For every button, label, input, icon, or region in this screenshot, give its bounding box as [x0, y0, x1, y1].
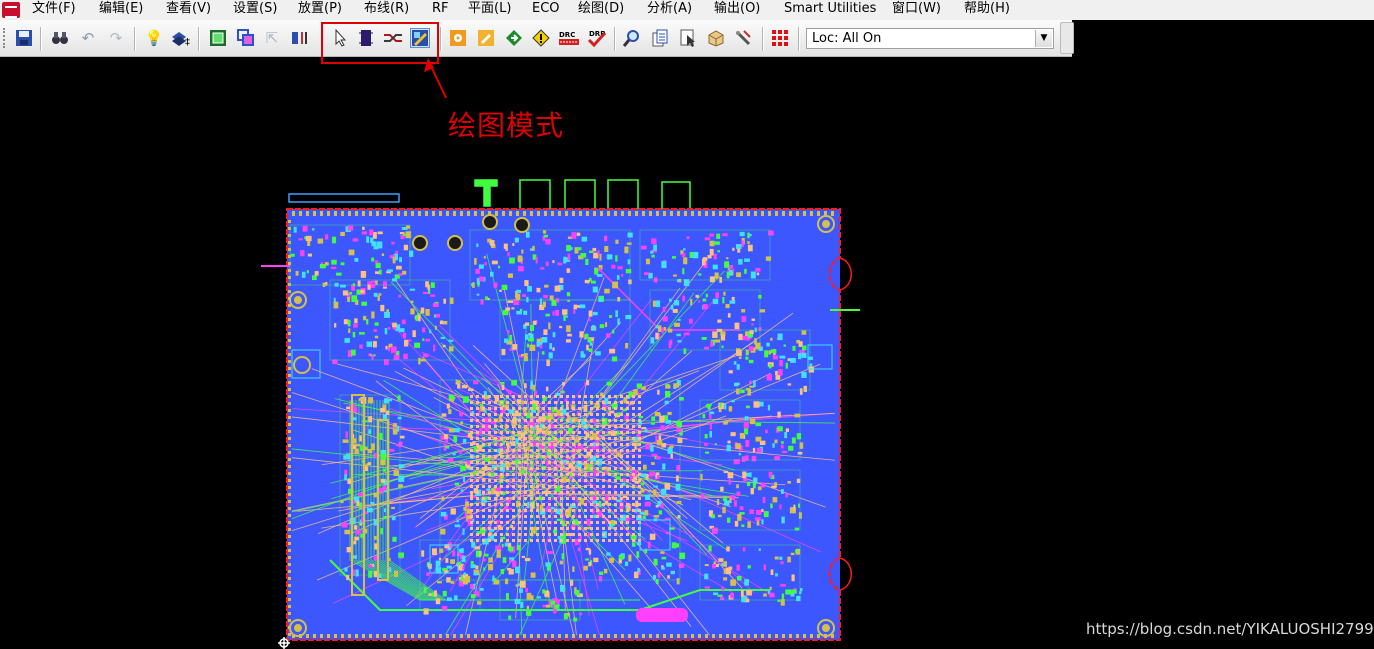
annotation-arrow	[424, 58, 447, 99]
package-button[interactable]	[706, 28, 726, 48]
report-button[interactable]	[650, 28, 670, 48]
layers-icon: ‡	[172, 32, 190, 47]
drp-button[interactable]: DRP	[586, 28, 608, 48]
select-doc-button[interactable]	[678, 28, 698, 48]
menu-file[interactable]: 文件(F)	[32, 1, 76, 17]
lightbulb-icon: 💡	[144, 29, 164, 47]
diamond-arrow-icon	[506, 30, 522, 46]
grid-dots-button[interactable]	[770, 28, 790, 48]
layer-button[interactable]: ‡	[170, 28, 190, 48]
binoculars-icon	[52, 32, 68, 44]
menu-route[interactable]: 布线(R)	[364, 1, 409, 17]
menu-output[interactable]: 输出(O)	[714, 1, 760, 17]
tools-button[interactable]	[733, 28, 753, 48]
drc-button[interactable]: DRC	[558, 28, 580, 48]
package-icon	[708, 30, 724, 47]
copy-view-button[interactable]	[236, 28, 256, 48]
wrench-icon	[735, 30, 751, 46]
svg-text:‡: ‡	[185, 37, 190, 47]
toolbar-grip[interactable]	[3, 28, 7, 48]
menu-rf[interactable]: RF	[432, 1, 449, 17]
export-button[interactable]: ⇱	[262, 28, 282, 48]
external-link-icon: ⇱	[265, 29, 279, 47]
zoom-icon	[623, 30, 639, 47]
redo-icon: ↷	[109, 29, 123, 47]
menu-bar: 文件(F) 编辑(E) 查看(V) 设置(S) 放置(P) 布线(R) RF 平…	[0, 0, 1374, 20]
menu-drawing[interactable]: 绘图(D)	[578, 1, 624, 17]
drc-icon: DRC	[559, 31, 579, 45]
menu-analyze[interactable]: 分析(A)	[647, 1, 692, 17]
zoom-button[interactable]	[622, 28, 642, 48]
find-button[interactable]	[50, 28, 70, 48]
report-icon	[652, 29, 668, 47]
menu-eco[interactable]: ECO	[532, 1, 560, 17]
menu-plane[interactable]: 平面(L)	[468, 1, 511, 17]
warning-button[interactable]	[531, 28, 551, 48]
location-select-value: Loc: All On	[812, 31, 882, 46]
undo-icon: ↶	[81, 29, 95, 47]
menu-window[interactable]: 窗口(W)	[892, 1, 941, 17]
gear-doc-icon	[450, 30, 466, 46]
bulb-button[interactable]: 💡	[144, 28, 164, 48]
menu-setup[interactable]: 设置(S)	[233, 1, 277, 17]
watermark: https://blog.csdn.net/YIKALUOSHI2799	[1086, 620, 1374, 638]
select-document-icon	[680, 29, 695, 47]
save-icon	[16, 30, 32, 46]
menu-place[interactable]: 放置(P)	[298, 1, 342, 17]
undo-button[interactable]: ↶	[78, 28, 98, 48]
location-select[interactable]: Loc: All On ▼	[806, 28, 1054, 49]
chevron-down-icon[interactable]: ▼	[1035, 30, 1052, 47]
edit-doc-button[interactable]	[476, 28, 496, 48]
save-button[interactable]	[14, 28, 34, 48]
pcb-canvas[interactable]	[0, 56, 1374, 649]
menu-help[interactable]: 帮助(H)	[964, 1, 1010, 17]
edit-document-icon	[478, 30, 494, 46]
menu-edit[interactable]: 编辑(E)	[99, 1, 143, 17]
menu-smart-utilities[interactable]: Smart Utilities	[784, 1, 876, 17]
verify-button[interactable]	[504, 28, 524, 48]
board-outline-icon	[210, 30, 226, 46]
component-grid-icon	[292, 32, 307, 44]
properties-button[interactable]	[448, 28, 468, 48]
drp-check-icon: DRP	[587, 30, 607, 47]
grid-button[interactable]	[290, 28, 310, 48]
app-logo-icon	[2, 2, 20, 18]
grid-dots-icon	[772, 30, 788, 46]
warning-icon	[532, 29, 550, 47]
copy-view-icon	[237, 29, 254, 46]
svg-text:DRC: DRC	[559, 31, 575, 39]
redo-button[interactable]: ↷	[106, 28, 126, 48]
board-label	[636, 608, 688, 622]
board-outline-button[interactable]	[208, 28, 228, 48]
menu-view[interactable]: 查看(V)	[166, 1, 211, 17]
toolbar-overflow-button[interactable]	[1060, 22, 1074, 54]
top-connectors	[288, 179, 691, 211]
